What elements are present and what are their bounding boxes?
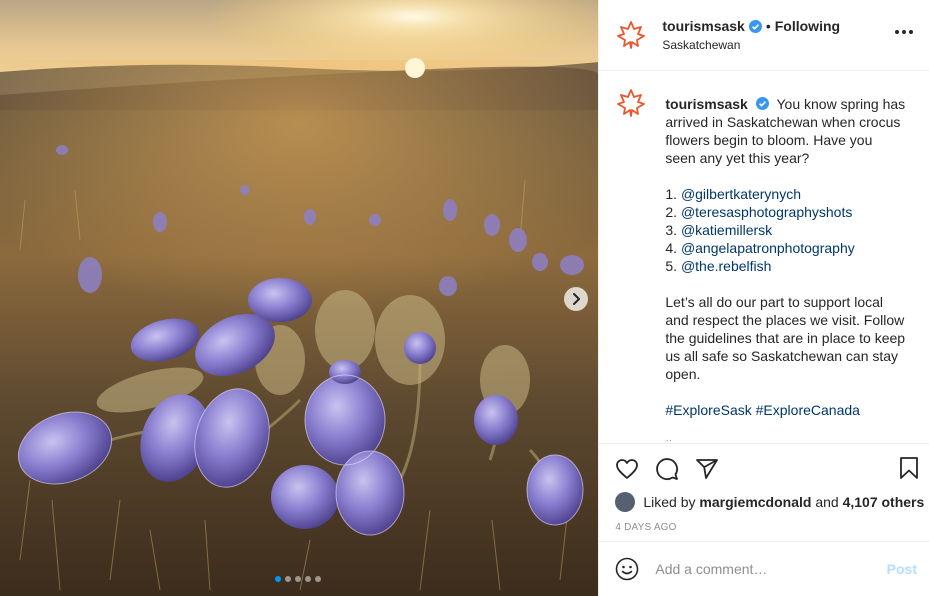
author-username[interactable]: tourismsask: [662, 18, 744, 34]
likes-and: and: [815, 494, 839, 510]
list-item: 2. @teresasphotographyshots: [665, 203, 905, 221]
mention-link[interactable]: @angelapatronphotography: [681, 240, 855, 256]
post-photo[interactable]: [0, 0, 599, 596]
like-button[interactable]: [615, 457, 639, 481]
carousel-dot: [315, 576, 321, 582]
header-info: tourismsask • Following Saskatchewan: [662, 18, 840, 52]
bookmark-icon: [900, 457, 918, 479]
mention-list: 1. @gilbertkaterynych 2. @teresasphotogr…: [665, 185, 905, 275]
carousel-dot: [295, 576, 301, 582]
liker-avatar[interactable]: [615, 492, 636, 512]
more-options-icon[interactable]: [891, 26, 917, 38]
heart-icon: [616, 459, 639, 479]
liker-username[interactable]: margiemcdonald: [699, 494, 811, 510]
likes-summary: Liked by margiemcdonald and 4,107 others: [615, 492, 929, 512]
mention-link[interactable]: @gilbertkaterynych: [681, 186, 801, 202]
carousel-dot: [275, 576, 281, 582]
caption-username[interactable]: tourismsask: [665, 96, 747, 112]
list-number: 3.: [665, 222, 678, 238]
header-separator: •: [765, 18, 771, 34]
comments-section[interactable]: tourismsask You know spring has arrived …: [599, 71, 929, 443]
crocus-photo-image: [0, 0, 599, 596]
verified-badge-icon: [748, 19, 762, 33]
emoji-icon: [616, 557, 639, 581]
list-number: 2.: [665, 204, 678, 220]
list-item: 5. @the.rebelfish: [665, 257, 905, 275]
location-link[interactable]: Saskatchewan: [662, 38, 840, 52]
list-item: 3. @katiemillersk: [665, 221, 905, 239]
following-button[interactable]: Following: [775, 18, 840, 34]
hashtags: #ExploreSask #ExploreCanada: [665, 401, 905, 419]
avatar[interactable]: [615, 19, 647, 51]
caption-text: tourismsask You know spring has arrived …: [665, 95, 905, 443]
add-comment-bar: Post: [599, 541, 929, 596]
likes-count[interactable]: 4,107 others: [843, 494, 925, 510]
post-dialog: tourismsask • Following Saskatchewan tou…: [0, 0, 929, 596]
post-comment-button[interactable]: Post: [887, 561, 917, 577]
post-header: tourismsask • Following Saskatchewan: [599, 0, 929, 71]
share-icon: [696, 459, 719, 479]
next-slide-button[interactable]: [564, 287, 588, 311]
list-item: 4. @angelapatronphotography: [665, 239, 905, 257]
share-button[interactable]: [695, 457, 719, 481]
list-item: 1. @gilbertkaterynych: [665, 185, 905, 203]
caption: tourismsask You know spring has arrived …: [615, 89, 913, 443]
comment-icon: [656, 458, 679, 480]
maple-leaf-logo-icon: [617, 21, 646, 49]
post-sidebar: tourismsask • Following Saskatchewan tou…: [598, 0, 929, 596]
carousel-dot: [285, 576, 291, 582]
carousel-dot: [305, 576, 311, 582]
chevron-right-icon: [573, 293, 580, 305]
save-button[interactable]: [897, 456, 921, 485]
comment-button[interactable]: [655, 457, 679, 481]
mention-link[interactable]: @the.rebelfish: [681, 258, 771, 274]
comment-input[interactable]: [653, 560, 888, 578]
caption-avatar[interactable]: [615, 87, 647, 119]
list-number: 5.: [665, 258, 678, 274]
caption-body: Let’s all do our part to support local a…: [665, 294, 906, 382]
emoji-button[interactable]: [615, 557, 639, 581]
list-number: 1.: [665, 186, 678, 202]
maple-leaf-logo-icon: [617, 89, 646, 117]
mention-link[interactable]: @katiemillersk: [681, 222, 772, 238]
carousel-dots: [275, 576, 321, 582]
mention-link[interactable]: @teresasphotographyshots: [681, 204, 852, 220]
hashtag-link[interactable]: #ExploreSask: [665, 402, 751, 418]
post-timestamp[interactable]: 4 DAYS AGO: [615, 522, 929, 533]
likes-prefix: Liked by: [643, 494, 696, 510]
list-number: 4.: [665, 240, 678, 256]
hashtag-link[interactable]: #ExploreCanada: [756, 402, 860, 418]
verified-badge-icon: [755, 97, 769, 110]
post-actions: Liked by margiemcdonald and 4,107 others…: [599, 443, 929, 543]
